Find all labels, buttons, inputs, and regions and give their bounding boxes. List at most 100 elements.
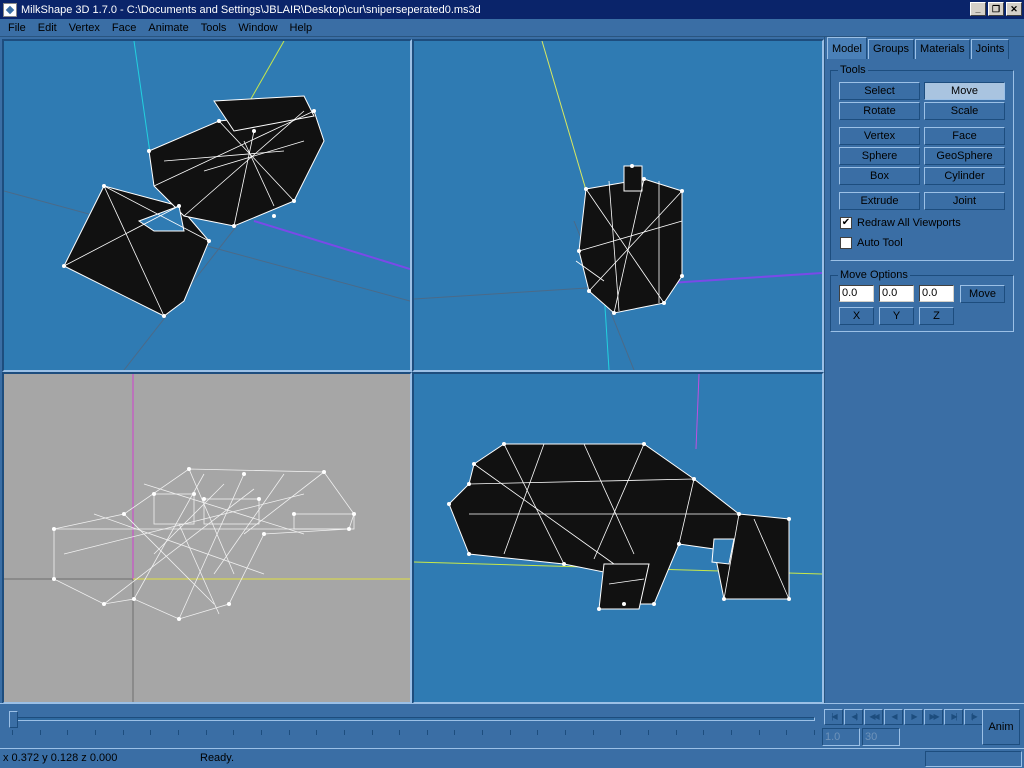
frame-tick bbox=[620, 730, 621, 735]
frame-ticks bbox=[12, 730, 815, 736]
frame-tick bbox=[399, 730, 400, 735]
frame-tick bbox=[67, 730, 68, 735]
extrude-button[interactable]: Extrude bbox=[839, 192, 920, 210]
status-panel-right bbox=[925, 751, 1022, 767]
axis-z-toggle[interactable]: Z bbox=[919, 307, 954, 325]
tab-groups[interactable]: Groups bbox=[867, 39, 915, 59]
move-x-input[interactable]: 0.0 bbox=[839, 285, 874, 302]
frame-tick bbox=[372, 730, 373, 735]
frame-tick bbox=[759, 730, 760, 735]
tools-group: Tools Select Move Rotate Scale Vertex Fa… bbox=[830, 64, 1014, 261]
move-z-input[interactable]: 0.0 bbox=[919, 285, 954, 302]
move-y-input[interactable]: 0.0 bbox=[879, 285, 914, 302]
frame-tick bbox=[12, 730, 13, 735]
status-bar: x 0.372 y 0.128 z 0.000 Ready. bbox=[0, 748, 1024, 768]
auto-tool-checkbox[interactable]: Auto Tool bbox=[840, 237, 903, 249]
viewport-bottom-left[interactable] bbox=[2, 372, 412, 704]
menu-edit[interactable]: Edit bbox=[32, 19, 63, 37]
box-button[interactable]: Box bbox=[839, 167, 920, 185]
geosphere-button[interactable]: GeoSphere bbox=[924, 147, 1005, 165]
rewind-icon[interactable]: ◀◀ bbox=[864, 709, 883, 725]
redraw-all-viewports-checkbox[interactable]: ✔ Redraw All Viewports bbox=[840, 217, 961, 229]
frame-tick bbox=[233, 730, 234, 735]
frame-slider-track[interactable] bbox=[12, 717, 815, 721]
model-render-perspective bbox=[4, 41, 410, 370]
frame-tick bbox=[454, 730, 455, 735]
prev-frame-icon[interactable]: ◀ bbox=[884, 709, 903, 725]
frame-tick bbox=[814, 730, 815, 735]
move-options-label: Move Options bbox=[838, 269, 910, 281]
move-button[interactable]: Move bbox=[924, 82, 1005, 100]
tab-materials[interactable]: Materials bbox=[915, 39, 970, 59]
prev-key-icon[interactable]: ◀| bbox=[844, 709, 863, 725]
animation-timeline: |◀ ◀| ◀◀ ◀ ▶ ▶▶ ▶| |▶ 1.0 30 Anim bbox=[0, 703, 1024, 748]
model-render-wireframe bbox=[4, 374, 410, 702]
tab-model[interactable]: Model bbox=[827, 37, 867, 59]
next-frame-icon[interactable]: ▶ bbox=[904, 709, 923, 725]
current-frame-field[interactable]: 1.0 bbox=[822, 728, 860, 746]
menu-tools[interactable]: Tools bbox=[195, 19, 233, 37]
frame-tick bbox=[123, 730, 124, 735]
menu-file[interactable]: File bbox=[2, 19, 32, 37]
anim-button[interactable]: Anim bbox=[982, 709, 1020, 745]
frame-tick bbox=[344, 730, 345, 735]
frame-tick bbox=[150, 730, 151, 735]
scale-button[interactable]: Scale bbox=[924, 102, 1005, 120]
move-options-group: Move Options 0.0 0.0 0.0 Move X Y Z bbox=[830, 269, 1014, 332]
frame-tick bbox=[676, 730, 677, 735]
frame-tick bbox=[289, 730, 290, 735]
menu-animate[interactable]: Animate bbox=[142, 19, 194, 37]
playback-controls: |◀ ◀| ◀◀ ◀ ▶ ▶▶ ▶| |▶ bbox=[824, 709, 983, 725]
app-icon[interactable] bbox=[3, 2, 17, 17]
frame-tick bbox=[40, 730, 41, 735]
tab-joints[interactable]: Joints bbox=[970, 39, 1010, 59]
select-button[interactable]: Select bbox=[839, 82, 920, 100]
frame-tick bbox=[427, 730, 428, 735]
model-panel: Model Groups Materials Joints Tools Sele… bbox=[824, 37, 1024, 703]
face-button[interactable]: Face bbox=[924, 127, 1005, 145]
frame-tick bbox=[261, 730, 262, 735]
minimize-button[interactable]: _ bbox=[970, 2, 986, 16]
last-frame-icon[interactable]: |▶ bbox=[964, 709, 983, 725]
cylinder-button[interactable]: Cylinder bbox=[924, 167, 1005, 185]
checkbox-icon[interactable] bbox=[840, 237, 852, 249]
menu-bar: File Edit Vertex Face Animate Tools Wind… bbox=[0, 19, 1024, 37]
frame-tick bbox=[178, 730, 179, 735]
menu-help[interactable]: Help bbox=[284, 19, 319, 37]
viewport-top-left[interactable] bbox=[2, 39, 412, 372]
menu-vertex[interactable]: Vertex bbox=[63, 19, 106, 37]
frame-slider-thumb[interactable] bbox=[9, 711, 18, 728]
move-apply-button[interactable]: Move bbox=[960, 285, 1005, 303]
rotate-button[interactable]: Rotate bbox=[839, 102, 920, 120]
menu-window[interactable]: Window bbox=[232, 19, 283, 37]
auto-tool-label: Auto Tool bbox=[857, 237, 903, 249]
frame-tick bbox=[316, 730, 317, 735]
maximize-button[interactable]: ❐ bbox=[988, 2, 1004, 16]
total-frames-field[interactable]: 30 bbox=[862, 728, 900, 746]
fast-forward-icon[interactable]: ▶▶ bbox=[924, 709, 943, 725]
status-message: Ready. bbox=[200, 752, 235, 764]
sphere-button[interactable]: Sphere bbox=[839, 147, 920, 165]
viewport-top-right[interactable] bbox=[412, 39, 824, 372]
frame-tick bbox=[95, 730, 96, 735]
menu-face[interactable]: Face bbox=[106, 19, 142, 37]
viewport-bottom-right[interactable] bbox=[412, 372, 824, 704]
panel-tabs: Model Groups Materials Joints bbox=[827, 37, 1010, 59]
frame-tick bbox=[731, 730, 732, 735]
vertex-button[interactable]: Vertex bbox=[839, 127, 920, 145]
window-controls: _ ❐ ✕ bbox=[970, 2, 1022, 16]
model-render-side bbox=[414, 374, 822, 611]
first-frame-icon[interactable]: |◀ bbox=[824, 709, 843, 725]
next-key-icon[interactable]: ▶| bbox=[944, 709, 963, 725]
checkmark-icon[interactable]: ✔ bbox=[840, 217, 852, 229]
frame-tick bbox=[593, 730, 594, 735]
axis-x-toggle[interactable]: X bbox=[839, 307, 874, 325]
frame-tick bbox=[482, 730, 483, 735]
close-button[interactable]: ✕ bbox=[1006, 2, 1022, 16]
frame-tick bbox=[206, 730, 207, 735]
title-bar: MilkShape 3D 1.7.0 - C:\Documents and Se… bbox=[0, 0, 1024, 19]
axis-y-toggle[interactable]: Y bbox=[879, 307, 914, 325]
cursor-coordinates: x 0.372 y 0.128 z 0.000 bbox=[3, 752, 118, 764]
window-title: MilkShape 3D 1.7.0 - C:\Documents and Se… bbox=[21, 3, 481, 16]
joint-button[interactable]: Joint bbox=[924, 192, 1005, 210]
